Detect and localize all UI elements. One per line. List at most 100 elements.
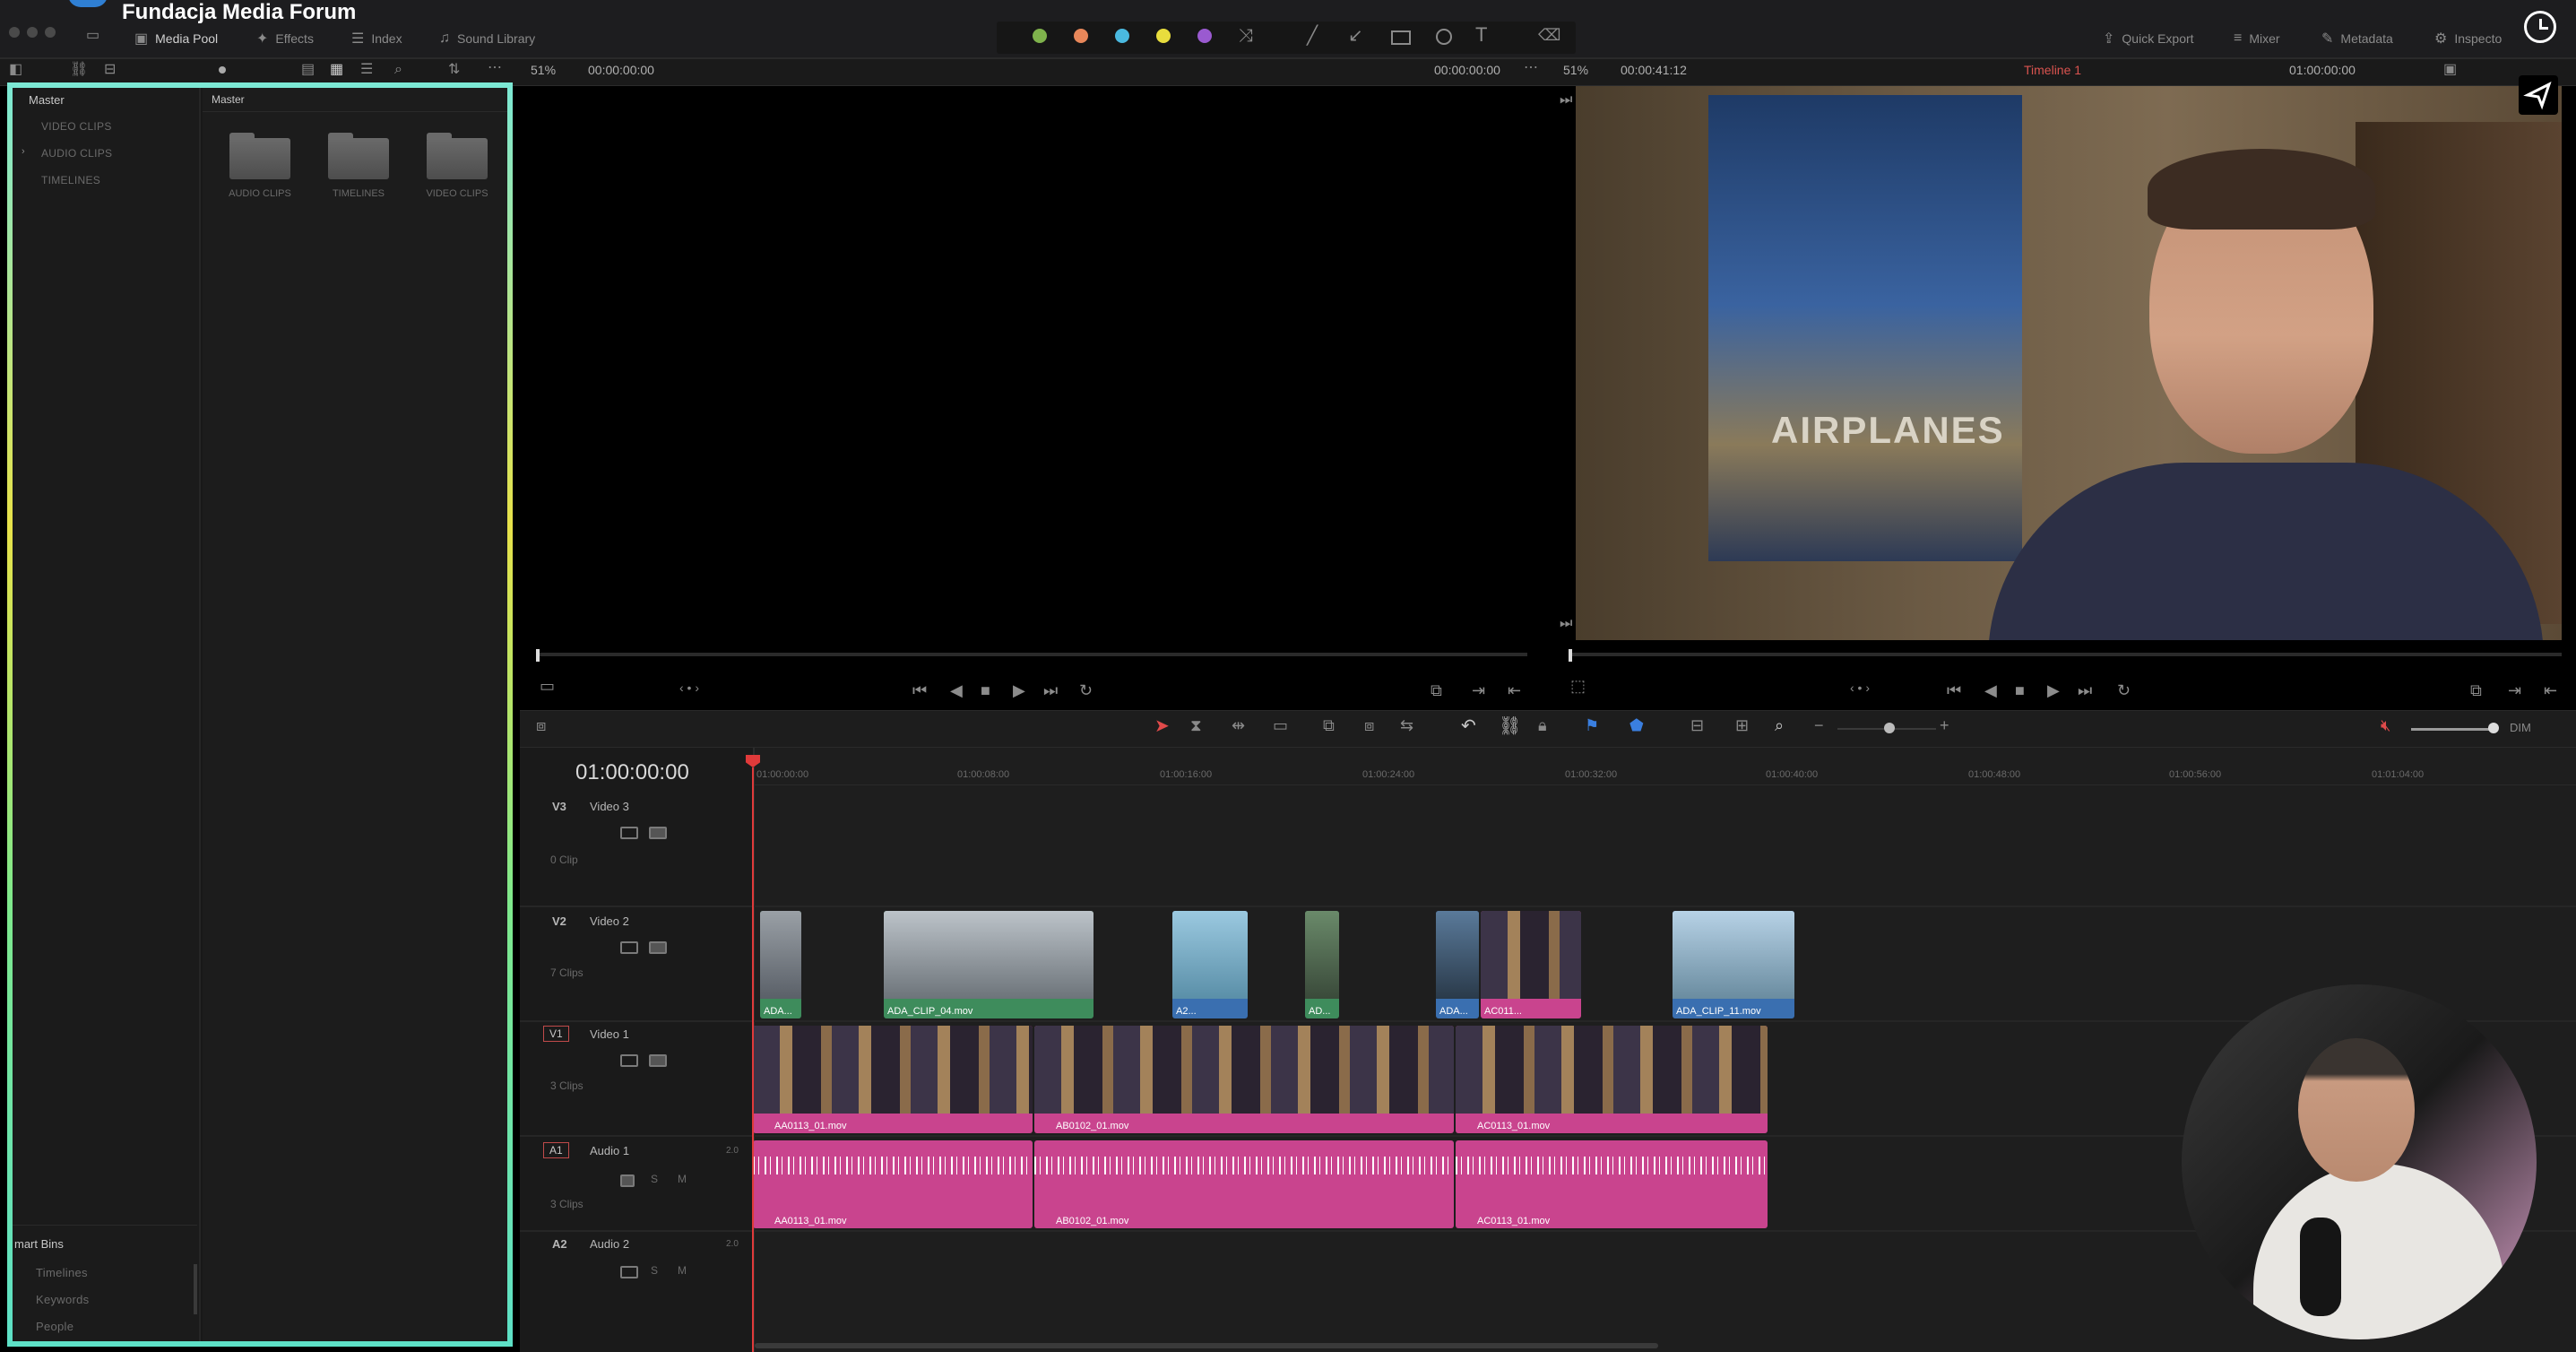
program-viewer[interactable]: AIRPLANES: [1576, 86, 2562, 640]
prog-loop-icon[interactable]: ↻: [2117, 681, 2131, 700]
tab-metadata[interactable]: ✎ Metadata: [2321, 27, 2393, 50]
video-clip[interactable]: AD...: [1305, 911, 1339, 1018]
audio-clip[interactable]: AC0113_01.mov: [1456, 1140, 1768, 1228]
scrollbar[interactable]: [194, 1264, 197, 1314]
prog-fullscreen-icon[interactable]: ⧉: [2470, 681, 2482, 700]
flag-green-icon[interactable]: [1033, 29, 1047, 43]
detail-view-icon[interactable]: ☰: [360, 63, 373, 77]
source-zoom[interactable]: 51%: [531, 63, 556, 77]
source-playhead[interactable]: [536, 649, 540, 662]
solo-button[interactable]: S: [651, 1264, 658, 1277]
smart-bin-people[interactable]: People: [36, 1320, 73, 1333]
tab-media-pool[interactable]: ▣ Media Pool: [134, 27, 218, 50]
program-scrubber[interactable]: [1572, 653, 2562, 656]
arrow-tool-icon[interactable]: ↙: [1348, 27, 1363, 45]
program-zoom[interactable]: 51%: [1563, 63, 1588, 77]
flag-icon[interactable]: ⚑: [1585, 717, 1599, 733]
overwrite-clip-icon[interactable]: ⧈: [1364, 717, 1374, 733]
skip-prev-icon[interactable]: ⏭: [1560, 93, 1572, 108]
source-viewer[interactable]: [540, 86, 1527, 640]
tab-inspector[interactable]: ⚙ Inspecto: [2434, 27, 2502, 50]
loop-icon[interactable]: ↻: [1079, 681, 1093, 700]
program-mode-icon[interactable]: ⬚: [1570, 678, 1586, 694]
smart-bin-keywords[interactable]: Keywords: [36, 1293, 89, 1306]
line-tool-icon[interactable]: ╱: [1307, 27, 1318, 45]
tab-mixer[interactable]: ≡ Mixer: [2234, 27, 2280, 50]
folder-icon[interactable]: [229, 133, 290, 179]
tab-sound-library[interactable]: ♫ Sound Library: [439, 27, 535, 50]
marker-icon[interactable]: ⬟: [1629, 717, 1644, 733]
sort-icon[interactable]: ⇅: [448, 63, 460, 77]
search-icon[interactable]: ⌕: [394, 63, 402, 77]
tab-index[interactable]: ☰ Index: [351, 27, 402, 50]
zoom-full-icon[interactable]: ⊟: [1690, 717, 1704, 733]
zoom-out-icon[interactable]: −: [1814, 717, 1824, 733]
track-visibility-icon[interactable]: [620, 1266, 638, 1278]
timeline-name[interactable]: Timeline 1: [2024, 63, 2081, 77]
flag-yellow-icon[interactable]: [1156, 29, 1171, 43]
program-playhead[interactable]: [1569, 649, 1572, 662]
folder-icon[interactable]: [427, 133, 488, 179]
volume-handle[interactable]: [2488, 723, 2499, 733]
prog-play-reverse-icon[interactable]: ◀: [1984, 681, 1997, 700]
track-id-a1[interactable]: A1: [543, 1142, 569, 1158]
smart-bin-timelines[interactable]: Timelines: [36, 1266, 88, 1279]
zoom-slider-handle[interactable]: [1884, 723, 1895, 733]
panel-toggle-icon[interactable]: ◧: [9, 63, 22, 77]
source-scrubber[interactable]: [538, 653, 1527, 656]
bin-audio-clips[interactable]: AUDIO CLIPS: [41, 147, 112, 160]
blade-tool-icon[interactable]: ▭: [1273, 717, 1288, 733]
video-clip[interactable]: AC0113_01.mov: [1456, 1026, 1768, 1133]
flag-purple-icon[interactable]: [1197, 29, 1212, 43]
match-frame-icon[interactable]: ⧉: [1431, 681, 1442, 700]
chevron-right-icon[interactable]: ›: [22, 147, 25, 157]
video-clip[interactable]: AA0113_01.mov: [753, 1026, 1033, 1133]
track-lock-icon[interactable]: [649, 1054, 667, 1067]
flag-cyan-icon[interactable]: [1115, 29, 1129, 43]
jog-icon[interactable]: ‹ • ›: [679, 681, 699, 694]
monitor-icon[interactable]: ▭: [86, 29, 99, 43]
audio-clip[interactable]: AB0102_01.mov: [1034, 1140, 1454, 1228]
trim-tool-icon[interactable]: ⧗: [1190, 717, 1202, 733]
lock-icon[interactable]: 🔒︎: [1538, 717, 1547, 733]
zoom-in-icon[interactable]: +: [1940, 717, 1949, 733]
tab-quick-export[interactable]: ⇪ Quick Export: [2103, 27, 2194, 50]
timeline-scrollbar[interactable]: [755, 1343, 1658, 1348]
insert-clip-icon[interactable]: ⧉: [1323, 717, 1335, 733]
grid-small-icon[interactable]: ⊟: [104, 63, 116, 77]
master-bin[interactable]: Master: [29, 93, 65, 107]
track-visibility-icon[interactable]: [620, 1054, 638, 1067]
video-clip[interactable]: ADA_CLIP_11.mov: [1673, 911, 1794, 1018]
shuffle-icon[interactable]: ⤨: [1239, 27, 1253, 45]
dim-button[interactable]: DIM: [2510, 721, 2531, 734]
stop-icon[interactable]: ■: [981, 681, 990, 700]
prog-next-edit-icon[interactable]: ⇥: [2508, 681, 2521, 700]
bin-timelines[interactable]: TIMELINES: [41, 174, 100, 186]
track-id-v1[interactable]: V1: [543, 1026, 569, 1042]
snapping-icon[interactable]: ↶: [1461, 717, 1476, 735]
track-visibility-icon[interactable]: [620, 827, 638, 839]
track-solo-icon[interactable]: [620, 1174, 635, 1187]
video-clip[interactable]: AC011...: [1481, 911, 1581, 1018]
circle-tool-icon[interactable]: [1436, 29, 1452, 45]
play-reverse-icon[interactable]: ◀: [950, 681, 963, 700]
view-options-icon[interactable]: ▣: [2443, 63, 2457, 77]
go-to-start-icon[interactable]: ⏮: [912, 681, 927, 700]
prog-prev-edit-icon[interactable]: ⇤: [2544, 681, 2557, 700]
play-icon[interactable]: ▶: [1013, 681, 1025, 700]
video-clip[interactable]: ADA_CLIP_04.mov: [884, 911, 1094, 1018]
tab-effects[interactable]: ✦ Effects: [256, 27, 314, 50]
window-controls[interactable]: [9, 27, 56, 38]
text-tool-icon[interactable]: T: [1475, 25, 1487, 45]
video-clip[interactable]: ADA...: [1436, 911, 1479, 1018]
volume-slider[interactable]: [2411, 728, 2497, 731]
linked-selection-icon[interactable]: ⛓: [1499, 717, 1521, 735]
video-clip[interactable]: A2...: [1172, 911, 1248, 1018]
grid-view-icon[interactable]: ▦: [330, 63, 343, 77]
program-jog-icon[interactable]: ‹ • ›: [1850, 681, 1870, 694]
timeline-view-icon[interactable]: ⧈: [536, 717, 546, 733]
track-lock-icon[interactable]: [649, 827, 667, 839]
bin-video-clips[interactable]: VIDEO CLIPS: [41, 120, 112, 133]
prog-stop-icon[interactable]: ■: [2015, 681, 2025, 700]
mute-icon[interactable]: 🔇︎: [2381, 717, 2390, 733]
